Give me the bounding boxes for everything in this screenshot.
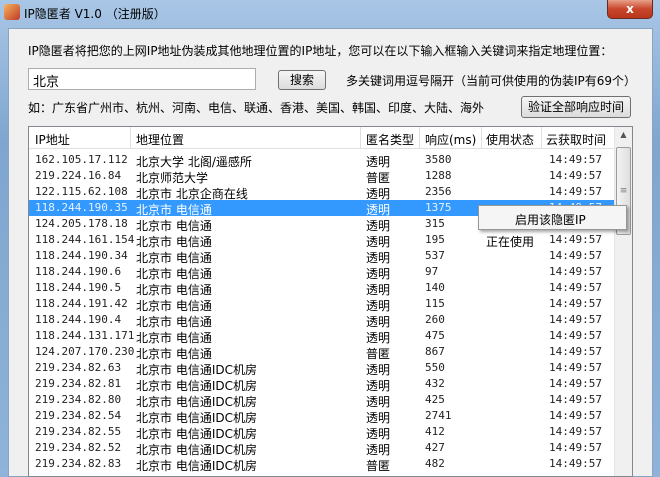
cell-ip: 219.234.82.55 xyxy=(35,425,122,438)
cell-response: 2356 xyxy=(425,185,452,198)
cell-response: 867 xyxy=(425,345,445,358)
table-row[interactable]: 219.234.82.63 北京市 电信通IDC机房 透明 550 14:49:57 xyxy=(29,360,614,377)
cell-response: 195 xyxy=(425,233,445,246)
cell-time: 14:49:57 xyxy=(549,169,602,182)
cell-response: 1288 xyxy=(425,169,452,182)
keyword-input[interactable]: 北京 xyxy=(28,68,256,90)
ip-list[interactable]: IP地址 地理位置 匿名类型 响应(ms) 使用状态 云获取时间 162.105… xyxy=(28,126,633,477)
description-text: IP隐匿者将把您的上网IP地址伪装成其他地理位置的IP地址，您可以在以下输入框输… xyxy=(28,44,613,58)
cell-response: 482 xyxy=(425,457,445,470)
cell-time: 14:49:57 xyxy=(549,329,602,342)
cell-time: 14:49:57 xyxy=(549,153,602,166)
cell-response: 3580 xyxy=(425,153,452,166)
cell-ip: 118.244.190.6 xyxy=(35,265,122,278)
table-row[interactable]: 118.244.190.34 北京市 电信通 透明 537 14:49:57 xyxy=(29,248,614,265)
table-row[interactable]: 118.244.190.6 北京市 电信通 透明 97 14:49:57 xyxy=(29,264,614,281)
col-location[interactable]: 地理位置 xyxy=(136,131,184,148)
cell-response: 140 xyxy=(425,281,445,294)
cell-response: 315 xyxy=(425,217,445,230)
cell-ip: 219.224.16.84 xyxy=(35,169,122,182)
app-icon xyxy=(4,4,20,20)
cell-time: 14:49:57 xyxy=(549,457,602,470)
cell-ip: 219.234.82.81 xyxy=(35,377,122,390)
cell-ip: 219.234.82.83 xyxy=(35,457,122,470)
cell-ip: 118.244.190.4 xyxy=(35,313,122,326)
verify-all-button[interactable]: 验证全部响应时间 xyxy=(521,96,631,118)
cell-response: 425 xyxy=(425,393,445,406)
search-button[interactable]: 搜索 xyxy=(278,70,326,90)
cell-response: 412 xyxy=(425,425,445,438)
cell-ip: 118.244.161.154 xyxy=(35,233,135,246)
window-title: IP隐匿者 V1.0 （注册版） xyxy=(24,7,166,21)
cell-response: 432 xyxy=(425,377,445,390)
cell-time: 14:49:57 xyxy=(549,233,602,246)
example-text: 如：广东省广州市、杭州、河南、电信、联通、香港、美国、韩国、印度、大陆、海外 xyxy=(28,101,485,115)
table-row[interactable]: 124.207.170.230 北京市 电信通 普匿 867 14:49:57 xyxy=(29,344,614,361)
cell-location: 北京市 电信通IDC机房 xyxy=(136,459,257,473)
cell-time: 14:49:57 xyxy=(549,361,602,374)
close-button[interactable]: x xyxy=(607,0,653,19)
cell-response: 537 xyxy=(425,249,445,262)
cell-time: 14:49:57 xyxy=(549,297,602,310)
cell-time: 14:49:57 xyxy=(549,281,602,294)
table-row[interactable]: 118.244.191.42 北京市 电信通 透明 115 14:49:57 xyxy=(29,296,614,313)
col-ip[interactable]: IP地址 xyxy=(35,131,70,148)
cell-time: 14:49:57 xyxy=(549,409,602,422)
cell-time: 14:49:57 xyxy=(549,393,602,406)
cell-ip: 219.234.82.63 xyxy=(35,361,122,374)
table-row[interactable]: 162.105.17.112 北京大学 北阁/遥感所 透明 3580 14:49:57 xyxy=(29,152,614,169)
table-row[interactable]: 219.224.16.84 北京师范大学 普匿 1288 14:49:57 xyxy=(29,168,614,185)
table-row[interactable]: 118.244.190.5 北京市 电信通 透明 140 14:49:57 xyxy=(29,280,614,297)
cell-ip: 219.234.82.54 xyxy=(35,409,122,422)
cell-ip: 118.244.191.42 xyxy=(35,297,128,310)
cell-ip: 118.244.131.171 xyxy=(35,329,135,342)
vertical-scrollbar[interactable]: ▲ ≡ xyxy=(614,127,632,476)
col-response[interactable]: 响应(ms) xyxy=(425,131,476,148)
menu-item-enable-ip[interactable]: 启用该隐匿IP xyxy=(515,211,586,228)
cell-response: 1375 xyxy=(425,201,452,214)
cell-ip: 118.244.190.35 xyxy=(35,201,128,214)
cell-time: 14:49:57 xyxy=(549,345,602,358)
col-time[interactable]: 云获取时间 xyxy=(546,131,606,148)
table-row[interactable]: 118.244.190.4 北京市 电信通 透明 260 14:49:57 xyxy=(29,312,614,329)
cell-ip: 124.207.170.230 xyxy=(35,345,135,358)
cell-response: 427 xyxy=(425,441,445,454)
cell-response: 475 xyxy=(425,329,445,342)
table-row[interactable]: 122.115.62.108 北京市 北京企商在线 透明 2356 14:49:57 xyxy=(29,184,614,201)
table-row[interactable]: 219.234.82.81 北京市 电信通IDC机房 透明 432 14:49:57 xyxy=(29,376,614,393)
cell-time: 14:49:57 xyxy=(549,313,602,326)
search-hint: 多关键词用逗号隔开（当前可供使用的伪装IP有69个） xyxy=(346,74,637,88)
cell-time: 14:49:57 xyxy=(549,185,602,198)
cell-ip: 122.115.62.108 xyxy=(35,185,128,198)
table-row[interactable]: 219.234.82.54 北京市 电信通IDC机房 透明 2741 14:49:57 xyxy=(29,408,614,425)
cell-ip: 219.234.82.52 xyxy=(35,441,122,454)
table-row[interactable]: 219.234.82.80 北京市 电信通IDC机房 透明 425 14:49:57 xyxy=(29,392,614,409)
list-header: IP地址 地理位置 匿名类型 响应(ms) 使用状态 云获取时间 xyxy=(29,127,614,149)
cell-time: 14:49:57 xyxy=(549,441,602,454)
cell-response: 97 xyxy=(425,265,439,278)
cell-response: 550 xyxy=(425,361,445,374)
cell-response: 2741 xyxy=(425,409,452,422)
cell-response: 260 xyxy=(425,313,445,326)
cell-time: 14:49:57 xyxy=(549,377,602,390)
cell-ip: 124.205.178.18 xyxy=(35,217,128,230)
cell-ip: 162.105.17.112 xyxy=(35,153,128,166)
cell-response: 115 xyxy=(425,297,445,310)
cell-ip: 118.244.190.5 xyxy=(35,281,122,294)
table-row[interactable]: 219.234.82.55 北京市 电信通IDC机房 透明 412 14:49:57 xyxy=(29,424,614,441)
cell-ip: 118.244.190.34 xyxy=(35,249,128,262)
col-type[interactable]: 匿名类型 xyxy=(366,131,414,148)
table-row[interactable]: 118.244.131.171 北京市 电信通 透明 475 14:49:57 xyxy=(29,328,614,345)
cell-type: 普匿 xyxy=(366,459,391,473)
cell-ip: 219.234.82.80 xyxy=(35,393,122,406)
cell-time: 14:49:57 xyxy=(549,425,602,438)
cell-time: 14:49:57 xyxy=(549,249,602,262)
table-row[interactable]: 118.244.161.154 北京市 电信通 透明 195 正在使用 14:49:57 xyxy=(29,232,614,249)
table-row[interactable]: 219.234.82.52 北京市 电信通IDC机房 透明 427 14:49:57 xyxy=(29,440,614,457)
context-menu: 启用该隐匿IP xyxy=(478,205,627,230)
scroll-up-icon[interactable]: ▲ xyxy=(615,127,632,143)
table-row[interactable]: 219.234.82.83 北京市 电信通IDC机房 普匿 482 14:49:57 xyxy=(29,456,614,473)
col-status[interactable]: 使用状态 xyxy=(486,131,534,148)
cell-time: 14:49:57 xyxy=(549,265,602,278)
